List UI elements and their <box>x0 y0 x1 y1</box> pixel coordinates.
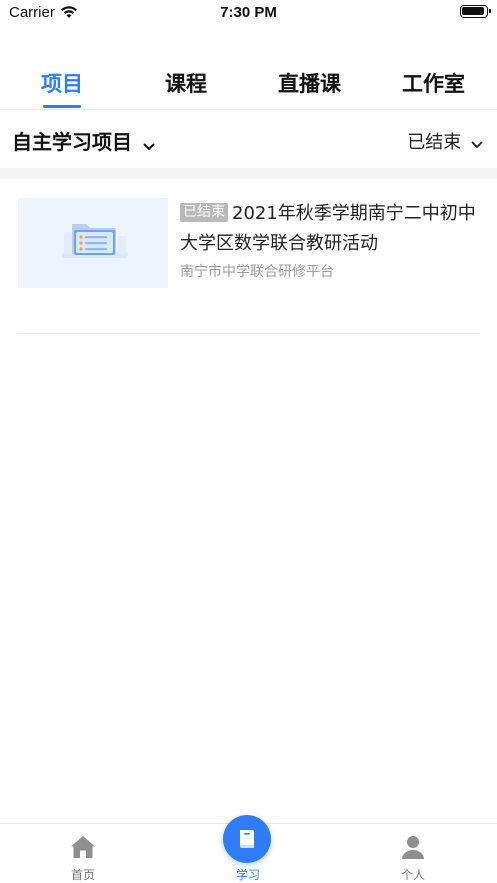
nav-study[interactable]: 学习 <box>198 815 298 883</box>
nav-home-label: 首页 <box>70 868 95 882</box>
status-badge: 已结束 <box>180 203 228 222</box>
nav-home[interactable]: 首页 <box>33 824 133 883</box>
tab-live-courses[interactable]: 直播课 <box>278 68 341 98</box>
project-organization: 南宁市中学联合研修平台 <box>180 264 334 280</box>
project-list-item[interactable]: 已结束 2021年秋季学期南宁二中初中大学区数学联合教研活动 南宁市中学联合研修平… <box>18 179 480 334</box>
app-screen: Carrier 7:30 PM 项目 课程 直播课 工作室 自主学习项目 已结束 <box>0 0 497 883</box>
project-title: 已结束 2021年秋季学期南宁二中初中大学区数学联合教研活动 <box>180 199 480 259</box>
home-icon <box>69 834 97 864</box>
project-info: 已结束 2021年秋季学期南宁二中初中大学区数学联合教研活动 南宁市中学联合研修平… <box>180 199 480 281</box>
nav-me-label: 个人 <box>400 868 425 882</box>
nav-study-label: 学习 <box>235 868 260 882</box>
section-divider <box>0 168 497 179</box>
category-filter-dropdown[interactable]: 自主学习项目 <box>12 126 155 156</box>
clock: 7:30 PM <box>220 4 277 21</box>
nav-me[interactable]: 个人 <box>363 824 463 883</box>
filter-row: 自主学习项目 已结束 <box>0 110 497 168</box>
person-icon <box>399 834 427 864</box>
battery-icon <box>460 5 491 18</box>
tab-studio[interactable]: 工作室 <box>402 68 465 98</box>
category-filter-label: 自主学习项目 <box>12 130 132 154</box>
tab-projects[interactable]: 项目 <box>41 68 83 98</box>
chevron-down-icon <box>143 132 155 156</box>
status-bar: Carrier 7:30 PM <box>0 0 497 28</box>
project-thumbnail <box>18 198 168 288</box>
study-button-circle <box>223 815 271 863</box>
top-tabs: 项目 课程 直播课 工作室 <box>0 64 497 110</box>
book-icon <box>240 830 254 849</box>
status-filter-dropdown[interactable]: 已结束 <box>407 128 483 154</box>
chevron-down-icon <box>471 133 483 154</box>
bottom-tab-bar: 首页 学习 个人 <box>0 815 497 883</box>
folder-illustration-icon <box>18 198 168 288</box>
tab-courses[interactable]: 课程 <box>165 68 207 98</box>
active-tab-indicator <box>43 105 81 108</box>
status-filter-label: 已结束 <box>407 132 462 153</box>
